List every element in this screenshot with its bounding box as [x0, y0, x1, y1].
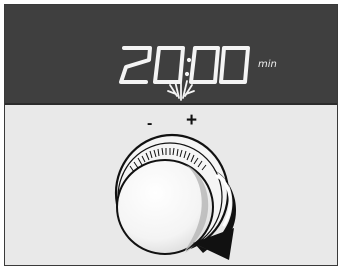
rotary-knob-icon[interactable]	[114, 133, 230, 255]
appliance-control-panel: min - +	[4, 4, 338, 266]
knob-graphic	[114, 133, 237, 260]
